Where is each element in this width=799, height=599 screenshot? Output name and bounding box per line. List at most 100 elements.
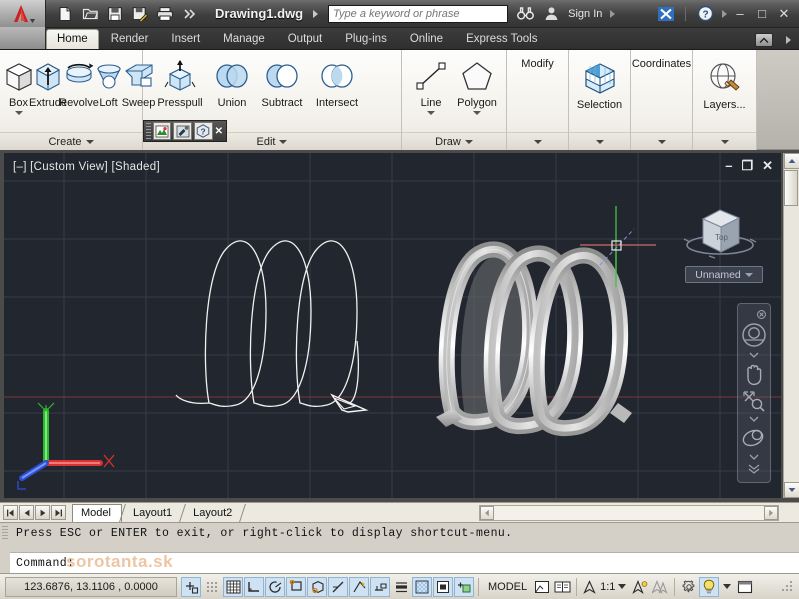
panel-modify[interactable]: Modify (507, 50, 569, 150)
view-name-arrow-icon[interactable] (744, 272, 753, 277)
tool-subtract[interactable]: Subtract (255, 54, 309, 109)
ribbon-minimize-icon[interactable] (755, 33, 773, 47)
quick-view-layouts-icon[interactable] (532, 577, 552, 597)
tab-model[interactable]: Model (72, 503, 122, 522)
panel-expand-arrow-icon[interactable] (533, 139, 542, 144)
layout-last-button[interactable] (51, 505, 66, 520)
pan-hand-icon[interactable] (739, 360, 769, 388)
snap-mode-icon[interactable] (181, 576, 201, 597)
ortho-mode-icon[interactable] (244, 576, 264, 597)
tab-output[interactable]: Output (277, 29, 334, 49)
command-line-grip-icon[interactable] (0, 523, 10, 574)
tool-selection[interactable]: Selection (571, 56, 629, 111)
more-nav-icon[interactable] (739, 462, 769, 476)
polar-tracking-icon[interactable] (265, 576, 285, 597)
hscroll-left-button[interactable] (480, 505, 494, 520)
toolbar-grip-icon[interactable] (146, 123, 151, 139)
help-icon[interactable]: ? (694, 4, 716, 24)
3d-object-snap-icon[interactable] (307, 576, 327, 597)
save-icon[interactable] (104, 4, 126, 24)
panel-title-coordinates[interactable] (631, 132, 692, 150)
application-menu-button[interactable] (0, 0, 46, 28)
lineweight-icon[interactable] (391, 577, 411, 597)
panel-expand-arrow-icon[interactable] (657, 139, 666, 144)
coordinate-display[interactable]: 123.6876, 13.1106 , 0.0000 (5, 576, 177, 597)
panel-title-create[interactable]: Create (0, 132, 142, 150)
scroll-up-button[interactable] (784, 153, 799, 169)
saveas-icon[interactable] (129, 4, 151, 24)
clean-screen-icon[interactable] (735, 577, 755, 597)
hardware-acceleration-icon[interactable] (699, 576, 720, 597)
tab-layout1[interactable]: Layout1 (125, 504, 182, 522)
steering-wheel-dropdown-arrow-icon[interactable] (739, 350, 769, 360)
auto-scale-icon[interactable] (650, 577, 670, 597)
help-query-icon[interactable]: ? (193, 122, 213, 140)
new-icon[interactable] (54, 4, 76, 24)
materials-icon[interactable] (173, 122, 192, 140)
zoom-dropdown-arrow-icon[interactable] (739, 414, 769, 424)
sign-in-label[interactable]: Sign In (568, 8, 602, 20)
tool-intersect[interactable]: Intersect (310, 54, 364, 109)
scroll-thumb[interactable] (784, 170, 798, 206)
floating-mini-toolbar[interactable]: ? ✕ (143, 120, 227, 142)
quick-properties-icon[interactable] (433, 576, 453, 597)
panel-title-modify[interactable] (507, 132, 568, 150)
search-box[interactable] (328, 4, 509, 23)
viewport-vertical-scrollbar[interactable] (783, 153, 799, 498)
mini-toolbar-close-icon[interactable]: ✕ (215, 126, 226, 137)
layout-next-button[interactable] (35, 505, 50, 520)
tool-line[interactable]: Line (410, 54, 452, 115)
document-menu-arrow-icon[interactable] (313, 9, 319, 18)
panel-coordinates[interactable]: Coordinates (631, 50, 693, 150)
tool-union[interactable]: Union (210, 54, 254, 109)
resize-grip-icon[interactable] (780, 579, 796, 595)
minimize-button[interactable]: – (731, 5, 749, 23)
selection-cycling-icon[interactable] (454, 576, 474, 597)
annotation-scale-arrow-icon[interactable] (618, 584, 627, 589)
workspace-gear-icon[interactable] (679, 577, 699, 597)
quick-view-drawings-icon[interactable] (552, 577, 572, 597)
model-space-button[interactable]: MODEL (483, 577, 532, 597)
line-dropdown-arrow-icon[interactable] (427, 111, 436, 115)
annotation-visibility-icon[interactable] (630, 577, 650, 597)
panel-expand-arrow-icon[interactable] (85, 139, 94, 144)
polygon-dropdown-arrow-icon[interactable] (473, 111, 482, 115)
drawing-viewport[interactable]: [–] [Custom View] [Shaded] – ❐ ✕ Top Unn… (4, 153, 781, 498)
search-binoculars-icon[interactable] (514, 4, 536, 24)
more-commands-icon[interactable] (179, 4, 201, 24)
view-name-dropdown[interactable]: Unnamed (685, 266, 763, 283)
command-prompt[interactable]: Command: (10, 553, 799, 573)
dynamic-ucs-icon[interactable] (349, 576, 369, 597)
panel-expand-arrow-icon[interactable] (464, 139, 473, 144)
tool-layers[interactable]: Layers... (695, 56, 755, 111)
tab-render[interactable]: Render (100, 29, 160, 49)
viewport-minimize-button[interactable]: – (725, 159, 732, 172)
dynamic-input-icon[interactable] (370, 576, 390, 597)
tab-layout2[interactable]: Layout2 (185, 504, 242, 522)
tab-manage[interactable]: Manage (212, 29, 276, 49)
tool-polygon[interactable]: Polygon (453, 54, 501, 115)
annotation-scale-icon[interactable] (581, 577, 598, 597)
viewport-restore-button[interactable]: ❐ (741, 159, 753, 172)
steering-wheel-icon[interactable] (739, 320, 769, 350)
panel-expand-arrow-icon[interactable] (279, 139, 288, 144)
tab-home[interactable]: Home (46, 29, 99, 49)
search-input[interactable] (333, 7, 504, 20)
grid-display-icon[interactable] (202, 577, 222, 597)
view-cube[interactable]: Top (681, 195, 759, 265)
viewport-close-button[interactable]: ✕ (762, 159, 773, 172)
annotation-scale-value[interactable]: 1:1 (598, 581, 617, 593)
zoom-icon[interactable] (739, 388, 769, 414)
maximize-button[interactable]: □ (753, 5, 771, 23)
layout-prev-button[interactable] (19, 505, 34, 520)
box-dropdown-arrow-icon[interactable] (14, 111, 23, 115)
tab-express-tools[interactable]: Express Tools (455, 29, 548, 49)
tool-presspull[interactable]: Presspull (151, 54, 209, 109)
orbit-dropdown-arrow-icon[interactable] (739, 452, 769, 462)
hardware-acceleration-arrow-icon[interactable] (723, 584, 732, 589)
viewport-label[interactable]: [–] [Custom View] [Shaded] (13, 161, 160, 173)
close-button[interactable]: ✕ (775, 5, 793, 23)
tab-insert[interactable]: Insert (160, 29, 211, 49)
layout-horizontal-scrollbar[interactable] (479, 504, 779, 521)
grid-mode-icon[interactable] (223, 576, 243, 597)
